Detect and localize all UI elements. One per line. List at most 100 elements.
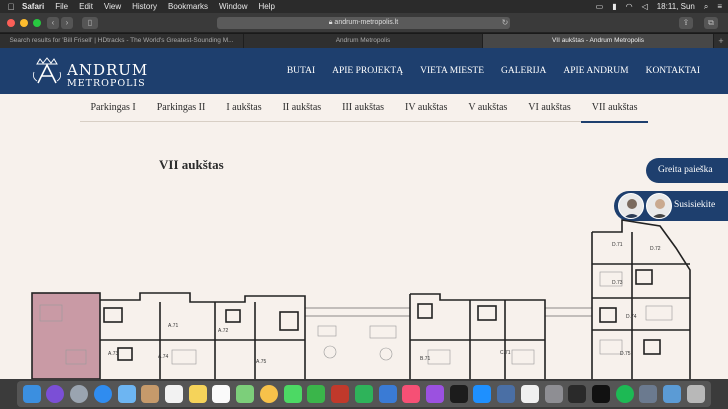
menu-help[interactable]: Help [258,2,274,11]
unit-labels: A.71 A.72 A.73 A.74 A.75 B.71 C.71 D.71 … [108,242,661,365]
system-preferences-icon[interactable] [544,385,563,403]
nav-apie-andrum[interactable]: APIE ANDRUM [563,66,628,76]
contacts-icon[interactable] [141,385,160,403]
floor-tab-6[interactable]: VI aukštas [518,100,581,121]
address-bar[interactable]: 🔒︎ andrum-metropolis.lt [217,17,510,29]
notification-center-icon[interactable]: ≡ [717,2,722,11]
floor-plan: A.71 A.72 A.73 A.74 A.75 B.71 C.71 D.71 … [31,219,691,379]
share-button[interactable]: ⇪ [679,17,693,29]
facetime-icon[interactable] [307,385,326,403]
menu-window[interactable]: Window [219,2,247,11]
unit-label-a71[interactable]: A.71 [168,323,179,329]
menu-view[interactable]: View [104,2,121,11]
spotify-icon[interactable] [615,385,634,403]
tab-bar: Search results for 'Bill Frisell' | HDtr… [0,34,728,48]
nav-kontaktai[interactable]: KONTAKTAI [646,66,700,76]
main-nav: BUTAI APIE PROJEKTĄ VIETA MIESTE GALERIJ… [287,66,700,76]
menu-file[interactable]: File [55,2,68,11]
dock-bar [17,381,711,407]
menu-edit[interactable]: Edit [79,2,93,11]
calendar-icon[interactable] [165,385,184,403]
airplay-icon[interactable]: ▭ [596,2,604,11]
notes-icon[interactable] [188,385,207,403]
website-viewport: ANDRUM METROPOLIS BUTAI APIE PROJEKTĄ VI… [0,48,728,379]
unit-label-a73[interactable]: A.73 [108,351,119,357]
sidebar-toggle-button[interactable]: ▯ [82,17,98,29]
tab-andrum-metropolis[interactable]: Andrum Metropolis [244,34,483,48]
reload-icon[interactable]: ↻ [500,17,510,29]
floor-tab-2[interactable]: II aukštas [272,100,332,121]
back-button[interactable]: ‹ [47,17,59,29]
tab-hdtracks[interactable]: Search results for 'Bill Frisell' | HDtr… [0,34,244,48]
podcasts-icon[interactable] [425,385,444,403]
safari-icon[interactable] [93,385,112,403]
finder-icon[interactable] [22,385,41,403]
apple-icon[interactable]:  [0,2,22,12]
floor-tab-parkingas-2[interactable]: Parkingas II [146,100,216,121]
unit-label-d75[interactable]: D.75 [620,351,631,357]
close-window-button[interactable] [7,19,15,27]
music-icon[interactable] [402,385,421,403]
highlighted-unit[interactable] [31,292,101,379]
tidal-icon[interactable] [591,385,610,403]
menubar-status-area: ▭ ▮ ◠ ◁ 18:11, Sun ⌕ ≡ [596,0,722,13]
new-tab-button[interactable]: + [714,34,728,48]
forward-button[interactable]: › [61,17,73,29]
trash-icon[interactable] [686,385,705,403]
unit-label-c71[interactable]: C.71 [500,350,511,356]
keynote-icon[interactable] [378,385,397,403]
nav-butai[interactable]: BUTAI [287,66,315,76]
downloads-icon[interactable] [663,385,682,403]
unit-label-d71[interactable]: D.71 [612,242,623,248]
floor-tab-1[interactable]: I aukštas [216,100,272,121]
messages-icon[interactable] [283,385,302,403]
unit-label-d73[interactable]: D.73 [612,280,623,286]
floor-plan-walls [31,219,691,379]
vectorworks-icon[interactable] [639,385,658,403]
minimize-window-button[interactable] [20,19,28,27]
unit-label-b71[interactable]: B.71 [420,356,431,362]
spotlight-icon[interactable]: ⌕ [704,2,708,12]
floor-tab-4[interactable]: IV aukštas [395,100,458,121]
menubar-clock[interactable]: 18:11, Sun [657,2,695,11]
window-controls [7,19,41,27]
menu-app-name[interactable]: Safari [22,2,44,11]
maps-icon[interactable] [236,385,255,403]
floor-tab-5[interactable]: V aukštas [458,100,518,121]
menu-history[interactable]: History [132,2,157,11]
mail-icon[interactable] [117,385,136,403]
quick-search-button[interactable]: Greita paieška [646,158,728,183]
macos-dock [0,379,728,409]
activity-monitor-icon[interactable] [568,385,587,403]
numbers-icon[interactable] [354,385,373,403]
unit-label-a74[interactable]: A.74 [158,354,169,360]
launchpad-icon[interactable] [70,385,89,403]
reminders-icon[interactable] [212,385,231,403]
floor-tab-7-active[interactable]: VII aukštas [581,100,648,123]
safari-toolbar: ‹ › ▯ 🔒︎ andrum-metropolis.lt ↻ ⇪ ⧉ [0,13,728,33]
tabs-overview-button[interactable]: ⧉ [704,17,718,29]
unit-label-d74[interactable]: D.74 [626,314,637,320]
floor-tab-3[interactable]: III aukštas [332,100,395,121]
volume-icon[interactable]: ◁ [642,2,648,11]
nav-vieta-mieste[interactable]: VIETA MIESTE [420,66,484,76]
floor-tab-parkingas-1[interactable]: Parkingas I [80,100,146,121]
nav-apie-projekta[interactable]: APIE PROJEKTĄ [332,66,403,76]
unit-label-a72[interactable]: A.72 [218,328,229,334]
app-store-icon[interactable] [473,385,492,403]
unit-label-d72[interactable]: D.72 [650,246,661,252]
instruments-icon[interactable] [497,385,516,403]
siri-icon[interactable] [46,385,65,403]
hdtracks-icon[interactable] [520,385,539,403]
photo-booth-icon[interactable] [331,385,350,403]
menu-bookmarks[interactable]: Bookmarks [168,2,208,11]
tab-vii-aukstas[interactable]: VII aukštas - Andrum Metropolis [483,34,714,48]
nav-galerija[interactable]: GALERIJA [501,66,546,76]
photos-icon[interactable] [259,385,278,403]
wifi-icon[interactable]: ◠ [626,2,633,11]
tv-icon[interactable] [449,385,468,403]
zoom-window-button[interactable] [33,19,41,27]
battery-icon[interactable]: ▮ [612,2,616,11]
site-header: ANDRUM METROPOLIS BUTAI APIE PROJEKTĄ VI… [0,48,728,94]
unit-label-a75[interactable]: A.75 [256,359,267,365]
